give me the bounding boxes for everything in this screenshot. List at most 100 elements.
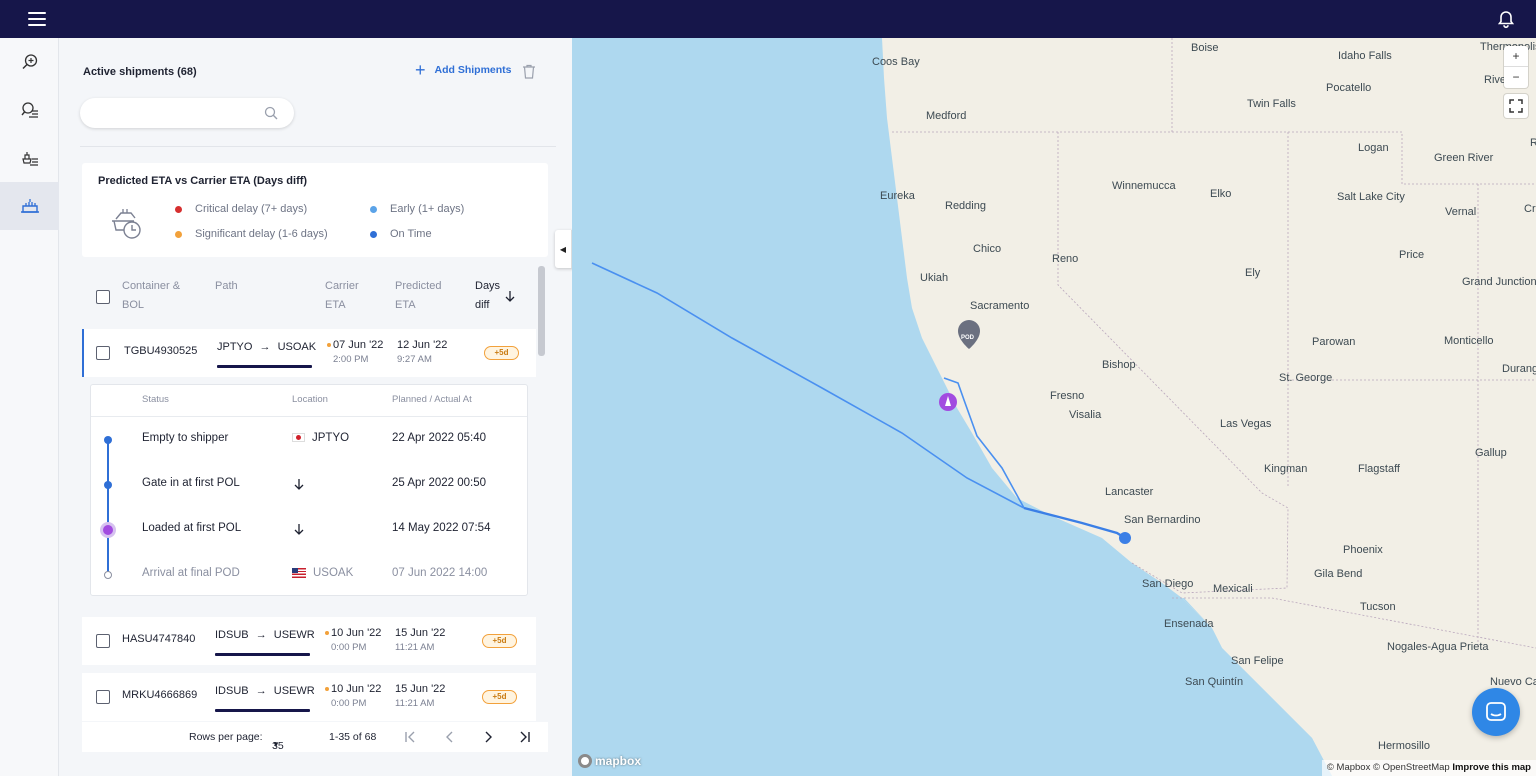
city-label: Hermosillo xyxy=(1378,740,1430,752)
trash-icon[interactable] xyxy=(522,64,536,79)
city-label: Kingman xyxy=(1264,463,1308,475)
bell-icon[interactable] xyxy=(1496,9,1516,29)
city-label: Mexicali xyxy=(1213,583,1253,595)
nav-active-shipments[interactable] xyxy=(0,182,59,230)
city-label: Price xyxy=(1399,249,1425,261)
legend-critical: Critical delay (7+ days) xyxy=(175,203,307,215)
zoom-out-button[interactable]: − xyxy=(1504,67,1528,88)
city-label: St. George xyxy=(1279,372,1333,384)
row-checkbox[interactable] xyxy=(96,634,110,648)
header-path[interactable]: Path xyxy=(215,277,238,296)
add-shipments-button[interactable]: + Add Shipments xyxy=(415,61,512,79)
pod-label: POD xyxy=(961,335,975,341)
first-page-icon[interactable] xyxy=(404,731,416,743)
nav-search-list[interactable] xyxy=(0,86,59,134)
table-row[interactable]: HASU4747840 IDSUB → USEWR 10 Jun '22 0:00… xyxy=(82,617,536,665)
city-label: Eureka xyxy=(880,190,915,202)
city-label: Boise xyxy=(1191,42,1219,54)
container-id: MRKU4666869 xyxy=(122,689,198,701)
attribution-text[interactable]: © Mapbox © OpenStreetMap xyxy=(1327,762,1450,773)
side-nav xyxy=(0,38,59,776)
map-view[interactable]: POD Boise Idaho Falls Coos Bay Pocatello… xyxy=(572,38,1536,776)
improve-map-link[interactable]: Improve this map xyxy=(1452,762,1531,773)
days-diff-badge: +5d xyxy=(484,346,519,360)
city-label: Idaho Falls xyxy=(1338,50,1392,62)
us-flag-icon xyxy=(292,567,306,578)
row-checkbox[interactable] xyxy=(96,346,110,360)
city-label: Elko xyxy=(1210,188,1232,200)
table-row[interactable]: TGBU4930525 JPTYO → USOAK 07 Jun '22 2:00… xyxy=(82,329,536,377)
event-location: JPTYO xyxy=(292,432,349,444)
caret-down-icon: ▼ xyxy=(272,740,280,749)
origin-port-marker xyxy=(1119,532,1131,544)
legend-on-time-label: On Time xyxy=(390,228,432,240)
legend-critical-label: Critical delay (7+ days) xyxy=(195,203,308,215)
city-label: R xyxy=(1530,137,1536,149)
carrier-eta: 07 Jun '22 2:00 PM xyxy=(327,339,383,365)
event-status: Gate in at first POL xyxy=(142,477,240,489)
event-status: Loaded at first POL xyxy=(142,522,242,534)
timeline-current-dot xyxy=(100,522,116,538)
prev-page-icon[interactable] xyxy=(444,731,456,743)
table-row[interactable]: MRKU4666869 IDSUB → USEWR 10 Jun '22 0:00… xyxy=(82,673,536,721)
select-all-checkbox[interactable] xyxy=(96,290,110,304)
city-label: Nogales-Agua Prieta xyxy=(1387,641,1489,653)
city-label: Visalia xyxy=(1069,409,1102,421)
event-date: 14 May 2022 07:54 xyxy=(392,522,491,534)
search-icon xyxy=(264,106,278,120)
japan-flag-icon xyxy=(292,433,305,443)
city-label: Lancaster xyxy=(1105,486,1154,498)
chat-button[interactable] xyxy=(1472,688,1520,736)
sort-down-icon[interactable] xyxy=(505,290,515,302)
last-page-icon[interactable] xyxy=(519,731,531,743)
map-canvas[interactable] xyxy=(572,38,1536,776)
city-label: Grand Junction xyxy=(1462,276,1536,288)
city-label: Phoenix xyxy=(1343,544,1383,556)
detail-header-divider xyxy=(91,416,527,417)
add-shipments-label: Add Shipments xyxy=(434,64,512,76)
route-progress-bar xyxy=(215,653,310,656)
container-ship-icon xyxy=(20,199,39,213)
search-input[interactable] xyxy=(80,98,294,128)
header-carrier-eta[interactable]: Carrier ETA xyxy=(325,277,359,315)
event-date: 22 Apr 2022 05:40 xyxy=(392,432,486,444)
header-predicted-eta[interactable]: Predicted ETA xyxy=(395,277,441,315)
city-label: Chico xyxy=(973,243,1002,255)
city-label: Monticello xyxy=(1444,335,1494,347)
header-days-diff[interactable]: Days diff xyxy=(475,277,500,315)
zoom-in-button[interactable]: + xyxy=(1504,46,1528,67)
city-label: San Quintín xyxy=(1185,676,1244,688)
table-header: Container & BOL Path Carrier ETA Predicted… xyxy=(82,267,536,327)
city-label: Fresno xyxy=(1050,390,1085,402)
city-label: Green River xyxy=(1434,152,1494,164)
fullscreen-button[interactable] xyxy=(1504,94,1528,118)
city-label: Las Vegas xyxy=(1220,418,1272,430)
city-label: Gila Bend xyxy=(1314,568,1363,580)
legend-early-label: Early (1+ days) xyxy=(390,203,465,215)
header-container[interactable]: Container & BOL xyxy=(122,277,180,315)
hamburger-menu-icon[interactable] xyxy=(28,12,46,26)
row-checkbox[interactable] xyxy=(96,690,110,704)
days-diff-badge: +5d xyxy=(482,690,517,704)
city-label: Parowan xyxy=(1312,336,1356,348)
on-time-dot xyxy=(370,230,377,238)
arrow-down-icon xyxy=(294,479,304,490)
predicted-eta: 15 Jun '22 11:21 AM xyxy=(395,683,446,709)
mapbox-logo[interactable]: mapbox xyxy=(578,754,641,768)
arrow-down-icon xyxy=(294,524,304,535)
city-label: Sacramento xyxy=(970,300,1030,312)
table-scrollbar[interactable] xyxy=(538,266,545,356)
nav-shipments-list[interactable] xyxy=(0,134,59,182)
event-date: 07 Jun 2022 14:00 xyxy=(392,567,488,579)
collapse-left-icon[interactable]: ◀ xyxy=(555,230,572,268)
next-page-icon[interactable] xyxy=(482,731,494,743)
predicted-eta: 15 Jun '22 11:21 AM xyxy=(395,627,446,653)
city-label: Cr xyxy=(1524,203,1536,215)
legend-early: Early (1+ days) xyxy=(370,203,464,215)
chat-icon xyxy=(1486,702,1506,721)
carrier-eta: 10 Jun '22 0:00 PM xyxy=(325,683,381,709)
significant-dot xyxy=(175,230,182,238)
nav-search-shipments[interactable] xyxy=(0,38,59,86)
critical-dot xyxy=(175,205,182,213)
early-dot xyxy=(370,205,377,213)
